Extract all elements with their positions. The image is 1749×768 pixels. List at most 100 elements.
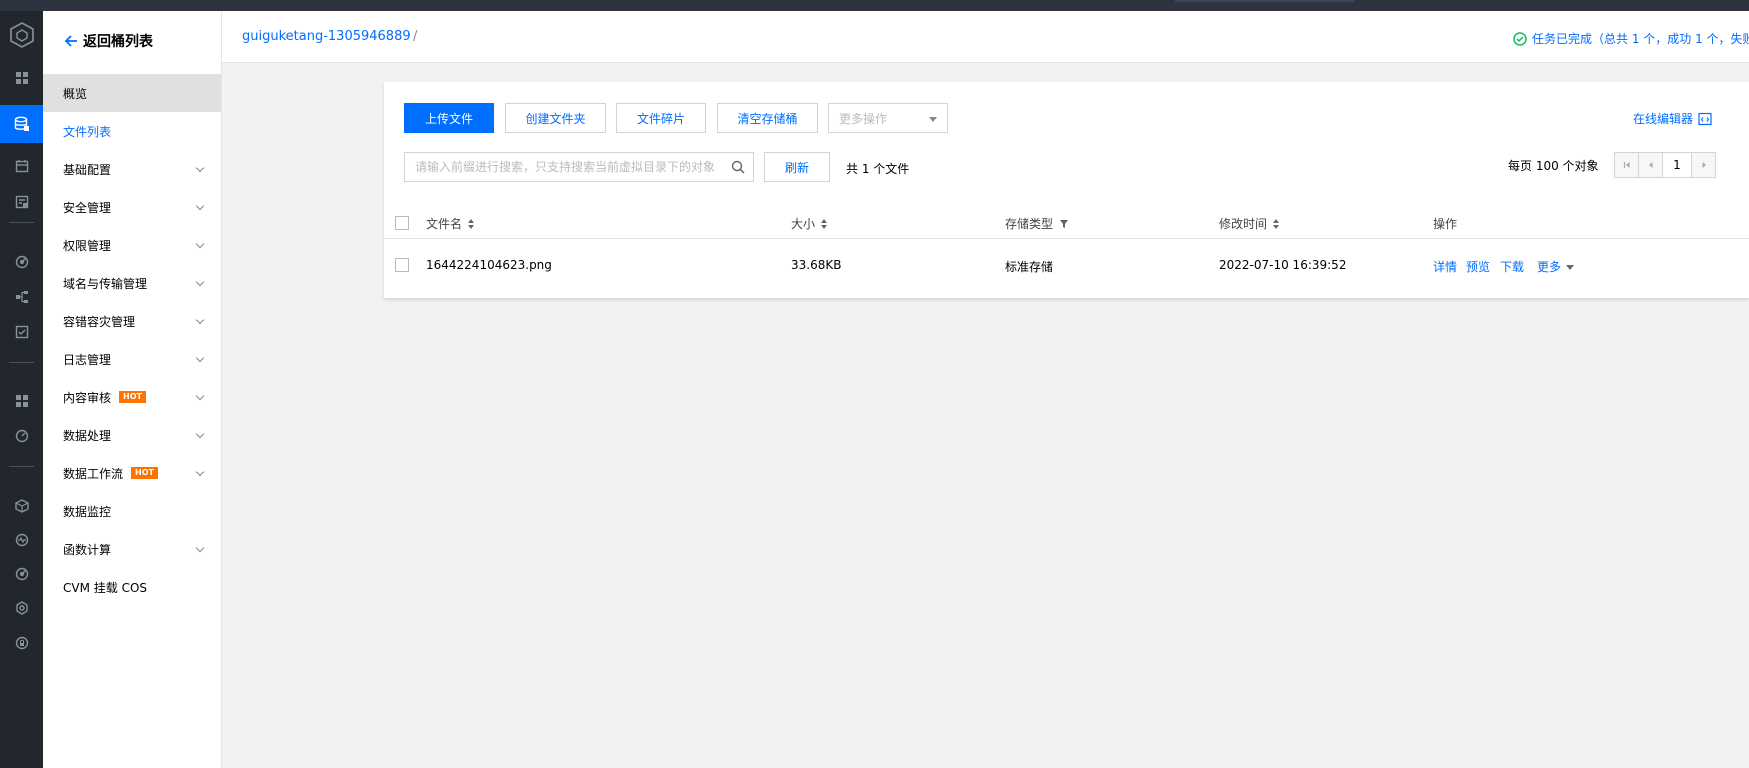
- sidebar-item-overview[interactable]: 概览: [43, 74, 221, 112]
- download-link[interactable]: 下载: [1500, 258, 1524, 275]
- task-icon[interactable]: [0, 317, 43, 347]
- sidebar-item-disaster-recovery[interactable]: 容错容灾管理: [43, 302, 221, 340]
- next-page-icon: [1702, 162, 1706, 168]
- grid-icon[interactable]: [0, 386, 43, 416]
- sidebar-item-label: 安全管理: [63, 200, 112, 215]
- breadcrumb-separator: /: [413, 29, 418, 44]
- row-checkbox[interactable]: [395, 258, 409, 272]
- file-name[interactable]: 1644224104623.png: [426, 258, 552, 272]
- upload-file-button[interactable]: 上传文件: [404, 103, 494, 133]
- sidebar-item-data-workflow[interactable]: 数据工作流 HOT: [43, 454, 221, 492]
- table-header: 文件名 大小 存储类型 修改时间 操作: [384, 205, 1749, 239]
- task-status[interactable]: 任务已完成（总共 1 个，成功 1 个，失败: [1513, 30, 1749, 47]
- database-icon[interactable]: [0, 105, 43, 143]
- settings-icon[interactable]: [0, 593, 43, 623]
- online-editor-link[interactable]: 在线编辑器: [1633, 110, 1712, 127]
- top-bar: [0, 0, 1749, 11]
- column-storage-class[interactable]: 存储类型: [1005, 215, 1069, 232]
- gauge-icon[interactable]: [0, 421, 43, 451]
- calendar-icon[interactable]: [0, 151, 43, 181]
- detail-link[interactable]: 详情: [1433, 258, 1457, 275]
- cube-logo-icon[interactable]: [0, 17, 43, 53]
- refresh-button[interactable]: 刷新: [764, 152, 830, 182]
- search-icon[interactable]: [731, 160, 745, 174]
- prev-page-icon: [1648, 162, 1652, 168]
- sidebar-item-label: CVM 挂载 COS: [63, 580, 148, 595]
- column-modified-label: 修改时间: [1219, 217, 1268, 231]
- lock-icon[interactable]: [0, 628, 43, 658]
- create-folder-button[interactable]: 创建文件夹: [505, 103, 606, 133]
- column-modified-time[interactable]: 修改时间: [1219, 215, 1280, 232]
- more-actions-select[interactable]: 更多操作: [828, 103, 948, 133]
- sidebar-item-basic-config[interactable]: 基础配置: [43, 150, 221, 188]
- caret-down-icon: [929, 117, 937, 122]
- back-label: 返回桶列表: [83, 34, 153, 50]
- search-input[interactable]: [405, 153, 715, 181]
- chevron-down-icon: [195, 277, 205, 287]
- chevron-down-icon: [195, 201, 205, 211]
- pagination: 1: [1614, 152, 1716, 178]
- sidebar-item-content-review[interactable]: 内容审核 HOT: [43, 378, 221, 416]
- chevron-down-icon: [195, 239, 205, 249]
- column-name[interactable]: 文件名: [426, 215, 475, 232]
- dashboard-icon[interactable]: [0, 63, 43, 93]
- hot-badge: HOT: [119, 391, 146, 403]
- prev-page-button[interactable]: [1638, 152, 1663, 178]
- chevron-down-icon: [195, 429, 205, 439]
- page-number-input[interactable]: 1: [1662, 152, 1692, 178]
- next-page-button[interactable]: [1691, 152, 1716, 178]
- caret-down-icon: [1566, 265, 1575, 270]
- sidebar-item-security[interactable]: 安全管理: [43, 188, 221, 226]
- more-actions-dropdown[interactable]: 更多: [1537, 258, 1575, 275]
- page-header: guiguketang-1305946889 / 任务已完成（总共 1 个，成功…: [222, 11, 1749, 63]
- preview-link[interactable]: 预览: [1466, 258, 1490, 275]
- sidebar-item-logs[interactable]: 日志管理: [43, 340, 221, 378]
- sort-icon[interactable]: [468, 218, 475, 229]
- chevron-down-icon: [195, 315, 205, 325]
- sort-icon[interactable]: [821, 218, 828, 229]
- radar-icon[interactable]: [0, 247, 43, 277]
- storage-class: 标准存储: [1005, 260, 1054, 274]
- sort-icon[interactable]: [1273, 218, 1280, 229]
- back-to-bucket-list[interactable]: 返回桶列表: [63, 31, 153, 51]
- file-count: 共 1 个文件: [846, 162, 910, 176]
- sidebar-item-function-compute[interactable]: 函数计算: [43, 530, 221, 568]
- sidebar-item-data-processing[interactable]: 数据处理: [43, 416, 221, 454]
- column-size[interactable]: 大小: [791, 215, 828, 232]
- hot-badge: HOT: [131, 467, 158, 479]
- top-search-stub[interactable]: [1175, 0, 1355, 2]
- chevron-down-icon: [195, 391, 205, 401]
- select-all-checkbox[interactable]: [395, 216, 409, 230]
- clear-bucket-button[interactable]: 清空存储桶: [717, 103, 818, 133]
- sidebar-item-data-monitoring[interactable]: 数据监控: [43, 492, 221, 530]
- sidebar-item-label: 内容审核: [63, 390, 112, 405]
- sidebar-item-label: 概览: [63, 86, 88, 101]
- sidebar-item-label: 容错容灾管理: [63, 314, 136, 329]
- sidebar-item-domain-transfer[interactable]: 域名与传输管理: [43, 264, 221, 302]
- sidebar-item-file-list[interactable]: 文件列表: [43, 112, 221, 150]
- first-page-button[interactable]: [1614, 152, 1639, 178]
- modified-time: 2022-07-10 16:39:52: [1219, 258, 1347, 272]
- sidebar-item-permissions[interactable]: 权限管理: [43, 226, 221, 264]
- radar-icon[interactable]: [0, 559, 43, 589]
- page-size-select[interactable]: 每页 100 个对象: [1508, 157, 1599, 174]
- column-name-label: 文件名: [426, 217, 463, 231]
- column-size-label: 大小: [791, 217, 816, 231]
- topology-icon[interactable]: [0, 282, 43, 312]
- column-actions: 操作: [1433, 215, 1457, 232]
- table-row[interactable]: 1644224104623.png 33.68KB 标准存储 2022-07-1…: [384, 239, 1749, 292]
- rail-divider: [9, 222, 34, 223]
- column-storage-label: 存储类型: [1005, 217, 1054, 231]
- more-label: 更多: [1537, 260, 1562, 274]
- file-fragments-button[interactable]: 文件碎片: [616, 103, 706, 133]
- pulse-icon[interactable]: [0, 525, 43, 555]
- sidebar: 返回桶列表 概览 文件列表 基础配置 安全管理 权限管理 域名与传输管理 容错容…: [43, 11, 222, 768]
- filter-icon[interactable]: [1059, 219, 1069, 229]
- breadcrumb-bucket[interactable]: guiguketang-1305946889: [242, 29, 411, 44]
- rail-divider: [9, 362, 34, 363]
- arrow-left-icon: [64, 35, 77, 47]
- sidebar-item-cvm-mount[interactable]: CVM 挂载 COS: [43, 568, 221, 606]
- cube-icon[interactable]: [0, 491, 43, 521]
- check-circle-icon: [1513, 31, 1527, 46]
- storage-check-icon[interactable]: [0, 187, 43, 217]
